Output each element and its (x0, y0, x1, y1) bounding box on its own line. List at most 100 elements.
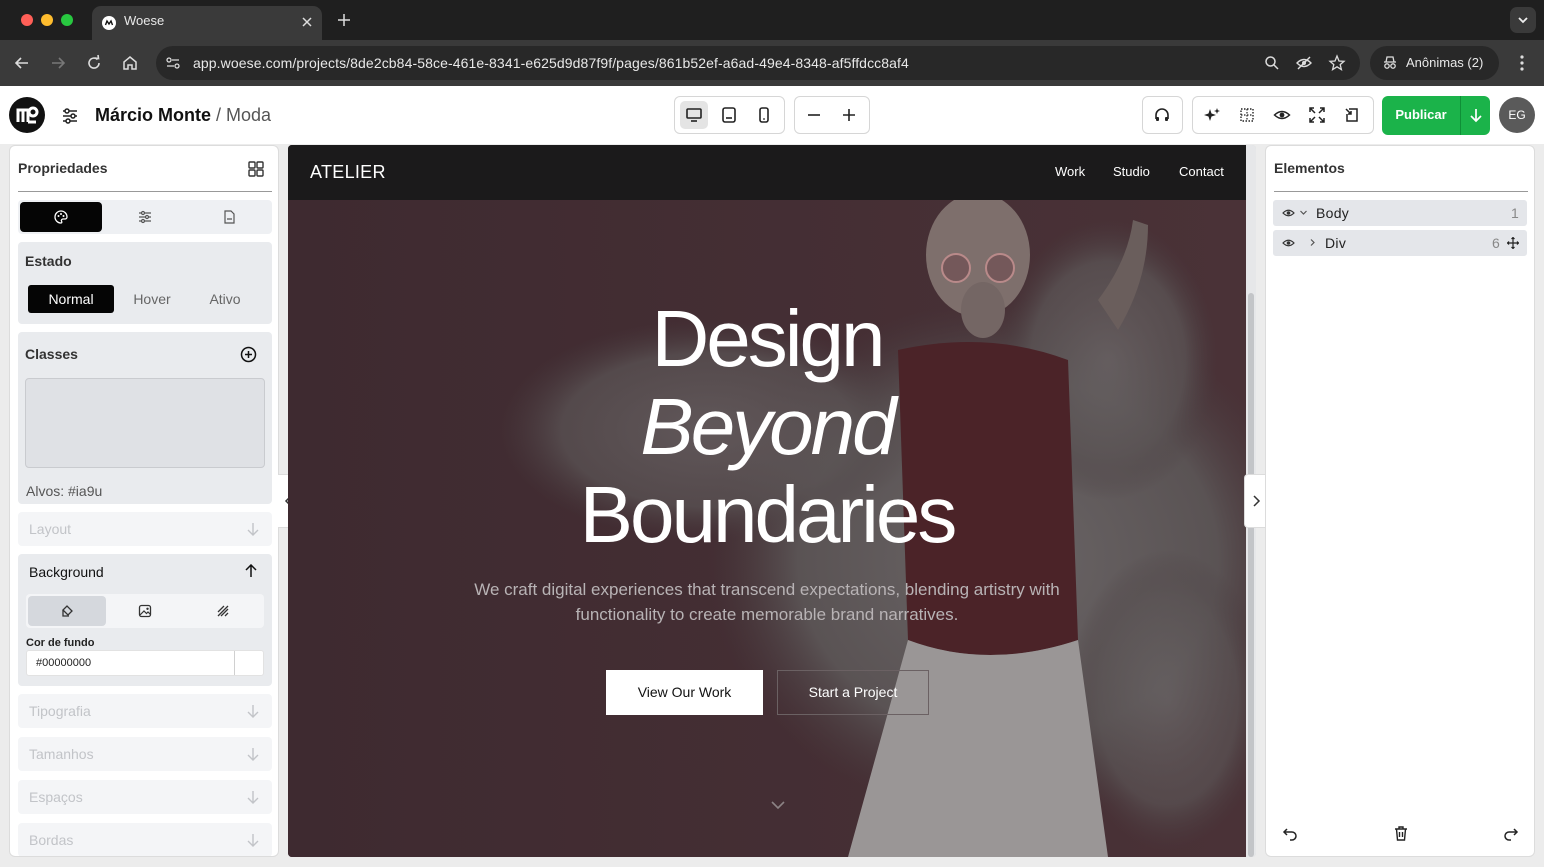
preview-button[interactable] (1268, 101, 1296, 129)
move-icon[interactable] (1507, 237, 1519, 249)
desktop-view-button[interactable] (680, 101, 708, 129)
tab-style[interactable] (20, 202, 102, 232)
publish-label: Publicar (1395, 107, 1447, 122)
bg-image-type-button[interactable] (106, 596, 184, 626)
sizes-section[interactable]: Tamanhos (18, 737, 272, 771)
editor-canvas[interactable]: ATELIER Work Studio Contact Design Beyon… (288, 145, 1256, 857)
zoom-icon[interactable] (1263, 54, 1281, 72)
view-our-work-button[interactable]: View Our Work (606, 670, 763, 715)
mobile-view-button[interactable] (750, 101, 778, 129)
eye-icon[interactable] (1282, 207, 1295, 219)
undo-icon[interactable] (1282, 825, 1298, 841)
nav-link-studio[interactable]: Studio (1113, 164, 1150, 179)
state-active-button[interactable]: Ativo (190, 285, 260, 313)
star-icon[interactable] (1328, 54, 1346, 72)
publish-button[interactable]: Publicar (1382, 96, 1490, 135)
typography-section[interactable]: Tipografia (18, 694, 272, 728)
property-tabs (18, 200, 272, 234)
background-title[interactable]: Background (29, 564, 104, 580)
dotted-grid-icon (1240, 108, 1254, 122)
tab-search-button[interactable] (1510, 7, 1536, 33)
spacing-title: Espaços (29, 789, 83, 805)
zoom-in-button[interactable] (835, 101, 863, 129)
arrow-down-icon (247, 791, 259, 804)
redo-icon[interactable] (1503, 825, 1519, 841)
site-info-icon[interactable] (165, 55, 181, 71)
trash-icon[interactable] (1393, 825, 1409, 841)
ai-button[interactable] (1198, 101, 1226, 129)
hero-subtitle: We craft digital experiences that transc… (474, 580, 1060, 624)
layout-title: Layout (29, 521, 72, 537)
chevron-down-icon (1518, 17, 1528, 24)
canvas-scrollbar-thumb[interactable] (1248, 293, 1254, 857)
tree-item-body[interactable]: Body 1 (1273, 200, 1527, 226)
site-navbar: ATELIER Work Studio Contact (288, 145, 1246, 200)
borders-section[interactable]: Bordas (18, 823, 272, 856)
site-preview[interactable]: ATELIER Work Studio Contact Design Beyon… (288, 145, 1246, 857)
eye-icon[interactable] (1282, 237, 1295, 249)
browser-tab[interactable]: Woese (92, 6, 322, 40)
new-tab-icon[interactable] (336, 12, 352, 28)
nav-link-contact[interactable]: Contact (1179, 164, 1224, 179)
site-brand[interactable]: ATELIER (310, 162, 386, 183)
zoom-out-button[interactable] (800, 101, 828, 129)
bg-gradient-type-button[interactable] (184, 596, 262, 626)
elements-title: Elementos (1274, 160, 1345, 176)
tab-settings[interactable] (104, 202, 186, 232)
panel-divider (18, 191, 272, 192)
grid-layout-icon[interactable] (248, 161, 264, 177)
tab-css[interactable] (188, 202, 270, 232)
user-avatar[interactable]: EG (1499, 97, 1535, 133)
browser-menu-icon[interactable] (1513, 54, 1531, 72)
spacing-section[interactable]: Espaços (18, 780, 272, 814)
nav-link-work[interactable]: Work (1055, 164, 1085, 179)
background-type-tabs (26, 594, 264, 628)
forward-arrow-icon[interactable] (49, 54, 67, 72)
close-window-button[interactable] (21, 14, 33, 26)
incognito-profile-button[interactable]: Anônimas (2) (1370, 46, 1499, 80)
arrow-up-icon[interactable] (244, 564, 258, 578)
maximize-window-button[interactable] (61, 14, 73, 26)
grid-toggle-button[interactable] (1233, 101, 1261, 129)
minimize-window-button[interactable] (41, 14, 53, 26)
arrow-down-icon (247, 523, 259, 536)
page-name: Moda (226, 105, 272, 125)
eye-slash-icon[interactable] (1295, 54, 1313, 72)
properties-panel: Propriedades Estado Normal Hover Ativo C… (9, 145, 279, 857)
bg-color-field[interactable]: #00000000 (26, 650, 264, 676)
arrow-down-icon[interactable] (1468, 107, 1484, 123)
tools-group (1192, 96, 1374, 134)
state-normal-button[interactable]: Normal (28, 285, 114, 313)
tablet-view-button[interactable] (715, 101, 743, 129)
breadcrumb-separator: / (211, 105, 227, 125)
back-arrow-icon[interactable] (13, 54, 31, 72)
project-settings-icon[interactable] (61, 107, 79, 125)
tree-item-div[interactable]: Div 6 (1273, 230, 1527, 256)
editor-app: Márcio Monte / Moda Publicar EG Propried… (0, 86, 1544, 867)
address-bar[interactable]: app.woese.com/projects/8de2cb84-58ce-461… (156, 46, 1360, 80)
reload-icon[interactable] (85, 54, 103, 72)
publish-divider (1460, 96, 1461, 135)
support-group (1142, 96, 1183, 134)
bg-color-swatch[interactable] (234, 651, 235, 675)
layout-section[interactable]: Layout (18, 512, 272, 546)
close-tab-icon[interactable] (300, 15, 314, 29)
chevron-right-icon[interactable] (1308, 238, 1317, 247)
tree-item-count: 6 (1492, 235, 1500, 251)
state-hover-button[interactable]: Hover (118, 285, 186, 313)
code-button[interactable] (1338, 101, 1366, 129)
start-project-button[interactable]: Start a Project (777, 670, 929, 715)
headphones-icon (1155, 108, 1169, 121)
classes-input[interactable] (25, 378, 265, 468)
tree-item-count: 1 (1511, 205, 1519, 221)
bg-color-type-button[interactable] (28, 596, 106, 626)
fullscreen-button[interactable] (1303, 101, 1331, 129)
collapse-right-panel-button[interactable] (1244, 474, 1266, 528)
woese-logo[interactable] (9, 97, 45, 133)
support-button[interactable] (1148, 101, 1176, 129)
home-icon[interactable] (121, 54, 139, 72)
chevron-down-icon[interactable] (1299, 208, 1308, 217)
scroll-down-chevron-icon[interactable] (770, 799, 786, 811)
add-class-icon[interactable] (240, 346, 257, 363)
expand-icon (1309, 107, 1325, 123)
